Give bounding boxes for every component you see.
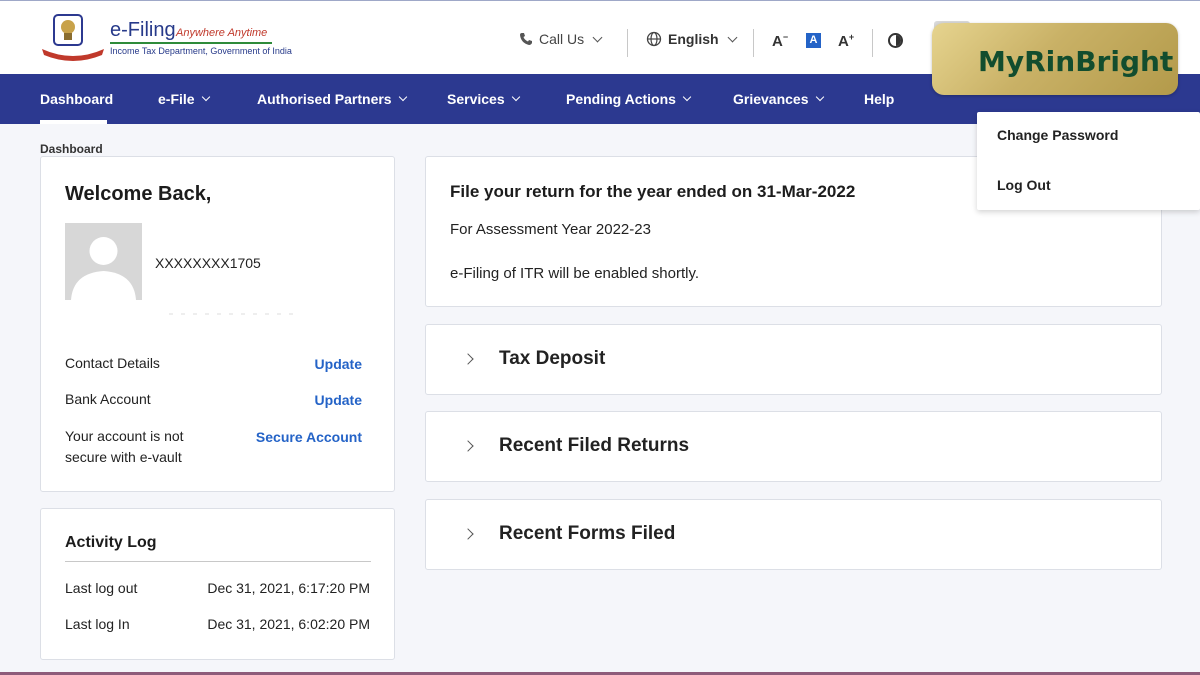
- breadcrumb: Dashboard: [40, 142, 103, 156]
- header-divider: [627, 29, 628, 57]
- chevron-right-icon: [462, 353, 474, 365]
- log-out-item[interactable]: Log Out: [997, 177, 1051, 193]
- font-decrease-button[interactable]: A−: [772, 32, 788, 50]
- logo-title: e-Filing: [110, 19, 176, 41]
- nav-authorised-partners[interactable]: Authorised Partners: [257, 91, 407, 107]
- file-return-title: File your return for the year ended on 3…: [450, 182, 856, 201]
- profile-card: Welcome Back, XXXXXXXX1705 Contact Detai…: [40, 156, 395, 492]
- last-login-value: Dec 31, 2021, 6:02:20 PM: [207, 616, 370, 632]
- chevron-down-icon: [398, 92, 407, 102]
- user-id: XXXXXXXX1705: [155, 255, 261, 271]
- secure-account-link[interactable]: Secure Account: [256, 429, 362, 445]
- accordion-label: Recent Forms Filed: [499, 523, 676, 544]
- watermark-text: MyRinBright: [978, 45, 1173, 78]
- brand-watermark: MyRinBright: [932, 23, 1178, 95]
- language-dropdown[interactable]: English: [646, 31, 738, 47]
- logo-tagline: Anywhere Anytime: [176, 27, 268, 39]
- header-divider: [753, 29, 754, 57]
- font-increase-button[interactable]: A+: [838, 32, 854, 50]
- change-password-item[interactable]: Change Password: [997, 127, 1118, 143]
- nav-dashboard[interactable]: Dashboard: [40, 91, 113, 107]
- chevron-down-icon: [511, 92, 520, 102]
- welcome-heading: Welcome Back,: [65, 183, 212, 205]
- update-contact-link[interactable]: Update: [315, 356, 362, 372]
- active-nav-indicator: [40, 120, 107, 124]
- call-us-label: Call Us: [539, 31, 585, 47]
- itr-notice: e-Filing of ITR will be enabled shortly.: [450, 265, 699, 282]
- accordion-label: Tax Deposit: [499, 348, 606, 369]
- chevron-down-icon: [592, 32, 603, 42]
- contact-details-label: Contact Details: [65, 355, 160, 371]
- globe-icon: [646, 31, 662, 47]
- activity-log-card: Activity Log Last log out Dec 31, 2021, …: [40, 508, 395, 660]
- chevron-down-icon: [682, 92, 692, 102]
- contrast-icon[interactable]: [888, 33, 903, 48]
- assessment-year: For Assessment Year 2022-23: [450, 221, 651, 238]
- logo-subtitle: Income Tax Department, Government of Ind…: [110, 46, 292, 56]
- last-login-label: Last log In: [65, 616, 130, 632]
- emblem-icon: [42, 14, 104, 61]
- language-label: English: [668, 31, 719, 47]
- activity-log-title: Activity Log: [65, 534, 157, 551]
- user-silhouette-icon: [71, 237, 136, 300]
- header-divider: [872, 29, 873, 57]
- call-us-dropdown[interactable]: Call Us: [519, 31, 603, 47]
- phone-icon: [520, 33, 532, 45]
- redacted-text: [169, 313, 299, 315]
- avatar: [65, 223, 142, 300]
- accordion-label: Recent Filed Returns: [499, 435, 690, 456]
- nav-pending-actions[interactable]: Pending Actions: [566, 91, 692, 107]
- chevron-down-icon: [727, 32, 738, 42]
- recent-forms-filed-accordion[interactable]: Recent Forms Filed: [425, 499, 1162, 570]
- rupee-logo-icon: MyRinBright: [978, 45, 1173, 78]
- update-bank-link[interactable]: Update: [315, 392, 362, 408]
- nav-services[interactable]: Services: [447, 91, 520, 107]
- last-logout-label: Last log out: [65, 580, 138, 596]
- font-default-button[interactable]: A: [806, 33, 821, 48]
- last-logout-value: Dec 31, 2021, 6:17:20 PM: [207, 580, 370, 596]
- chevron-down-icon: [201, 92, 210, 102]
- tax-deposit-accordion[interactable]: Tax Deposit: [425, 324, 1162, 395]
- divider: [65, 561, 371, 562]
- bank-account-label: Bank Account: [65, 391, 151, 407]
- user-menu-dropdown: Change Password Log Out: [977, 112, 1200, 210]
- nav-grievances[interactable]: Grievances: [733, 91, 824, 107]
- chevron-right-icon: [462, 440, 474, 452]
- nav-efile[interactable]: e-File: [158, 91, 210, 107]
- nav-help[interactable]: Help: [864, 91, 894, 107]
- chevron-down-icon: [815, 92, 824, 102]
- logo-divider: [110, 42, 272, 44]
- chevron-right-icon: [462, 528, 474, 540]
- efiling-logo[interactable]: e-Filing Anywhere Anytime Income Tax Dep…: [40, 13, 292, 63]
- recent-filed-returns-accordion[interactable]: Recent Filed Returns: [425, 411, 1162, 482]
- evault-warning: Your account is not secure with e-vault: [65, 428, 184, 465]
